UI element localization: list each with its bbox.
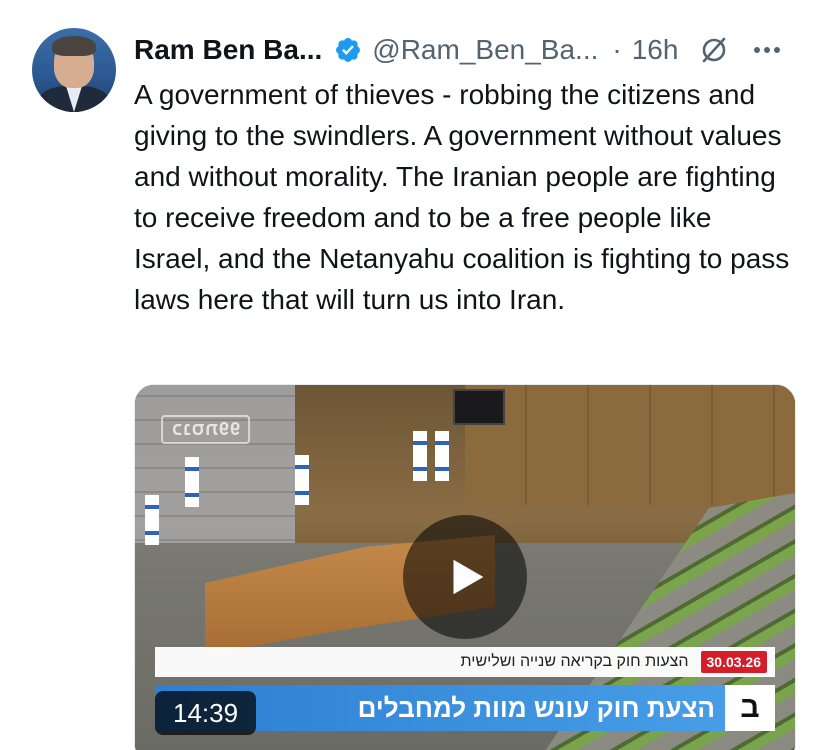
flag-icon	[185, 457, 199, 507]
tweet-time[interactable]: 16h	[632, 34, 679, 66]
author-handle[interactable]: @Ram_Ben_Ba...	[372, 34, 598, 66]
video-media[interactable]: 99כנסת הצעות חוק בקריאה שנייה ושלישית 30…	[134, 384, 796, 750]
flag-icon	[295, 455, 309, 505]
ticker-date: 30.03.26	[700, 651, 767, 673]
play-button[interactable]	[403, 515, 527, 639]
channel-watermark: 99כנסת	[161, 415, 251, 444]
tweet[interactable]: Ram Ben Ba... @Ram_Ben_Ba... · 16h A gov…	[0, 0, 830, 750]
avatar[interactable]	[32, 28, 116, 112]
video-frame-panel	[465, 385, 795, 505]
avatar-hair	[52, 36, 96, 56]
grok-slash-icon[interactable]	[698, 34, 730, 66]
flag-icon	[145, 495, 159, 545]
play-icon	[453, 559, 484, 595]
video-duration: 14:39	[155, 691, 257, 735]
ticker-top: הצעות חוק בקריאה שנייה ושלישית 30.03.26	[155, 647, 775, 677]
tweet-header: Ram Ben Ba... @Ram_Ben_Ba... · 16h	[134, 30, 784, 70]
ticker-top-text: הצעות חוק בקריאה שנייה ושלישית	[460, 653, 689, 670]
flag-icon	[413, 431, 427, 481]
header-separator: ·	[612, 34, 622, 65]
tweet-text: A government of thieves - robbing the ci…	[134, 79, 790, 315]
video-frame-screen	[453, 389, 505, 425]
ticker-main-text: הצעת חוק עונש מוות למחבלים	[357, 692, 715, 723]
flag-icon	[435, 431, 449, 481]
channel-logo: ב	[725, 685, 775, 731]
more-dots-icon[interactable]	[750, 33, 784, 67]
author-name[interactable]: Ram Ben Ba...	[134, 34, 322, 66]
verified-badge-icon[interactable]	[334, 36, 362, 64]
